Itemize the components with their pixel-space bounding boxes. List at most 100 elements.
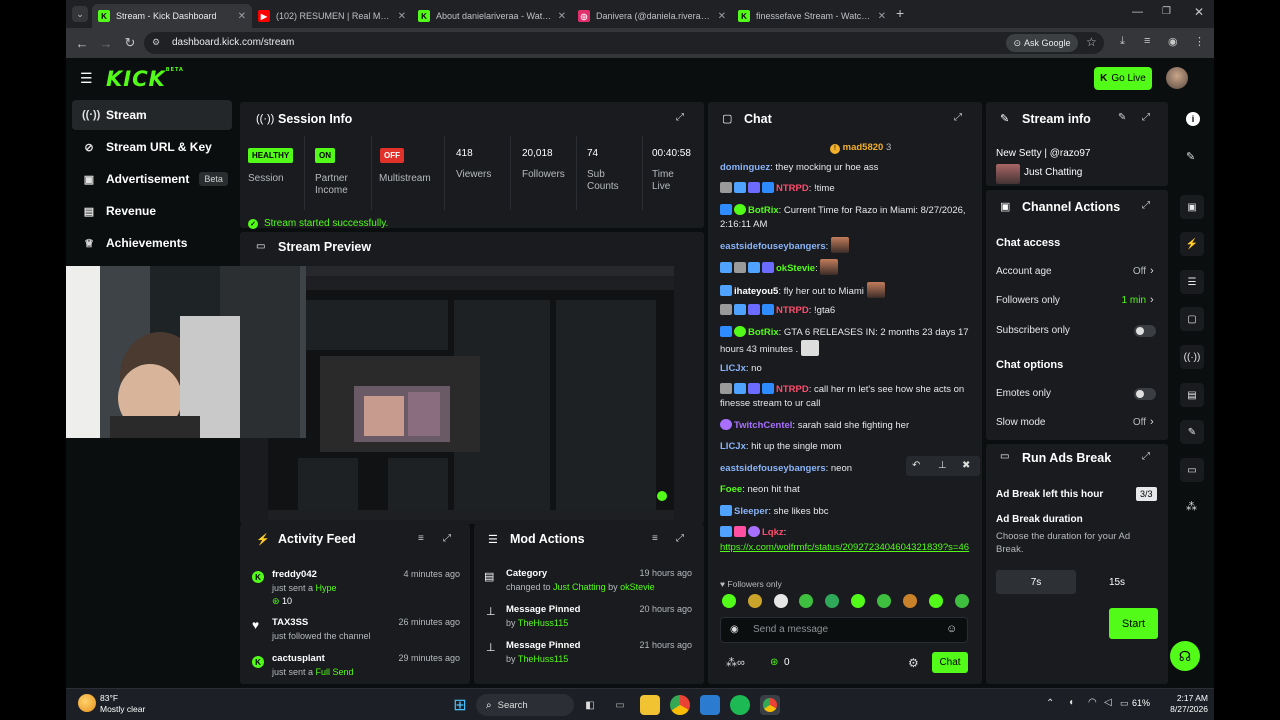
list-icon[interactable]: ☰ — [1180, 270, 1204, 294]
chat-message[interactable]: BotRix: Current Time for Razo in Miami: … — [720, 204, 972, 232]
chat-username[interactable]: eastsidefouseybangers — [720, 241, 826, 252]
close-tab-icon[interactable]: ✕ — [718, 11, 726, 22]
sidebar-item-stream-url[interactable]: ⊘ Stream URL & Key — [72, 132, 232, 162]
chat-message[interactable]: ihateyou5: fly her out to Miami — [720, 282, 972, 299]
expand-icon[interactable]: ⤢ — [1142, 451, 1150, 462]
chat-message[interactable]: LICJx: no — [720, 362, 972, 376]
pencil-icon[interactable]: ✎ — [1186, 150, 1195, 163]
emote-icon[interactable] — [851, 594, 865, 608]
mod-desc-highlight[interactable]: TheHuss115 — [518, 618, 568, 628]
download-icon[interactable]: ⤓ — [1120, 35, 1125, 48]
chat-username[interactable]: LICJx — [720, 441, 746, 452]
chat-link[interactable]: https://x.com/wolfrmfc/status/2092723404… — [720, 541, 970, 554]
emote-icon[interactable] — [929, 594, 943, 608]
chat-message[interactable]: NTRPD: !time — [720, 182, 972, 196]
chat-message[interactable]: Lqkz: — [720, 526, 972, 540]
mod-desc-highlight[interactable]: Just Chatting — [553, 582, 606, 592]
chat-username[interactable]: BotRix — [748, 327, 779, 338]
tab-youtube[interactable]: ▶ (102) RESUMEN | Real Madrid 4 ✕ — [252, 4, 412, 28]
chat-message[interactable]: BotRix: GTA 6 RELEASES IN: 2 months 23 d… — [720, 326, 972, 357]
expand-icon[interactable]: ⤢ — [1142, 200, 1150, 211]
volume-icon[interactable]: ◁ — [1104, 697, 1112, 708]
chat-username[interactable]: dominguez — [720, 162, 770, 173]
emoji-icon[interactable]: ☺ — [946, 623, 957, 635]
pinned-user[interactable]: ! mad5820 3 — [830, 142, 891, 154]
battery-icon[interactable]: ▭ — [1120, 698, 1129, 709]
delete-icon[interactable]: ✖ — [962, 460, 970, 471]
chat-username[interactable]: Sleeper — [734, 506, 768, 517]
file-explorer-icon[interactable] — [640, 695, 660, 715]
mod-desc-highlight[interactable]: TheHuss115 — [518, 654, 568, 664]
chat-message[interactable]: Foee: neon hit that — [720, 483, 972, 497]
maximize-icon[interactable]: ❐ — [1162, 6, 1171, 17]
clock-date[interactable]: 8/27/2026 — [1160, 704, 1208, 714]
chrome-profile-icon[interactable] — [760, 695, 780, 715]
account-age-value[interactable]: Off — [1106, 266, 1146, 277]
reload-icon[interactable]: ↻ — [118, 31, 142, 55]
spotify-icon[interactable] — [730, 695, 750, 715]
slow-mode-value[interactable]: Off — [1106, 417, 1146, 428]
broadcast-icon[interactable]: ((·)) — [1180, 345, 1204, 369]
forward-icon[interactable]: → — [94, 31, 118, 55]
ask-google-button[interactable]: ⊙ Ask Google — [1006, 34, 1078, 52]
chat-message[interactable]: okStevie: — [720, 259, 972, 276]
expand-icon[interactable]: ⤢ — [954, 112, 962, 123]
filter-icon[interactable]: ≡ — [652, 533, 658, 544]
user-avatar[interactable] — [1166, 67, 1188, 89]
chat-message[interactable]: dominguez: they mocking ur hoe ass — [720, 161, 972, 175]
chat-username[interactable]: TwitchCentel — [734, 420, 792, 431]
chat-message[interactable]: NTRPD: !gta6 — [720, 304, 972, 318]
ad-duration-7s[interactable]: 7s — [996, 570, 1076, 594]
chrome-icon[interactable] — [670, 695, 690, 715]
hamburger-menu-icon[interactable]: ☰ — [80, 70, 93, 87]
chat-settings-icon[interactable]: ⚙ — [908, 656, 919, 670]
tray-chevron-icon[interactable]: ⌃ — [1046, 698, 1054, 709]
stream-preview-video[interactable] — [268, 266, 674, 520]
close-tab-icon[interactable]: ✕ — [398, 11, 406, 22]
minimize-icon[interactable]: — — [1132, 6, 1143, 18]
info-icon[interactable]: i — [1186, 112, 1200, 126]
mod-panel-icon[interactable]: ▤ — [1180, 383, 1204, 407]
task-view-icon[interactable]: ◧ — [580, 695, 600, 715]
sidebar-item-revenue[interactable]: ▤ Revenue — [72, 196, 232, 226]
menu-dots-icon[interactable]: ⋮ — [1194, 35, 1205, 48]
activity-user[interactable]: TAX3SS — [272, 617, 308, 628]
site-info-icon[interactable]: ⚙ — [152, 37, 160, 48]
close-tab-icon[interactable]: ✕ — [238, 11, 246, 22]
wifi-icon[interactable]: ◠ — [1088, 697, 1097, 708]
chevron-right-icon[interactable]: › — [1150, 294, 1154, 306]
close-tab-icon[interactable]: ✕ — [558, 11, 566, 22]
emote-icon[interactable] — [748, 594, 762, 608]
chat-message[interactable]: LICJx: hit up the single mom — [720, 440, 972, 454]
chat-username[interactable]: ihateyou5 — [734, 286, 778, 297]
sidebar-item-advertisement[interactable]: ▣ Advertisement Beta — [72, 164, 232, 194]
activity-user[interactable]: cactusplant — [272, 653, 325, 664]
close-window-icon[interactable]: ✕ — [1194, 5, 1204, 19]
reply-icon[interactable]: ↶ — [912, 460, 920, 471]
weather-icon[interactable] — [78, 694, 96, 712]
pin-icon[interactable]: ⊥ — [938, 460, 947, 471]
emote-icon[interactable] — [877, 594, 891, 608]
emote-icon[interactable] — [903, 594, 917, 608]
taskbar-search[interactable]: ⌕ Search — [476, 694, 574, 716]
start-ad-button[interactable]: Start — [1109, 608, 1158, 639]
close-tab-icon[interactable]: ✕ — [878, 11, 886, 22]
chat-username[interactable]: NTRPD — [776, 183, 809, 194]
tab-kick-dashboard[interactable]: K Stream - Kick Dashboard ✕ — [92, 4, 252, 28]
emote-icon[interactable] — [799, 594, 813, 608]
go-live-button[interactable]: K Go Live — [1094, 67, 1152, 90]
sidebar-item-stream[interactable]: ((·)) Stream — [72, 100, 232, 130]
activity-user[interactable]: freddy042 — [272, 569, 317, 580]
chat-send-button[interactable]: Chat — [932, 652, 968, 673]
clock-time[interactable]: 2:17 AM — [1166, 693, 1208, 703]
back-icon[interactable]: ← — [70, 31, 94, 55]
expand-icon[interactable]: ⤢ — [443, 533, 451, 544]
tab-kick-about[interactable]: K About danielariveraa - Watch L ✕ — [412, 4, 572, 28]
tab-search-button[interactable]: ⌄ — [72, 6, 88, 22]
lightning-icon[interactable]: ⚡ — [1180, 232, 1204, 256]
window-icon[interactable]: ▭ — [1180, 458, 1204, 482]
kick-logo[interactable]: KICKBETA — [106, 67, 184, 91]
chat-username[interactable]: okStevie — [776, 263, 815, 274]
chat-username[interactable]: NTRPD — [776, 384, 809, 395]
edit-icon[interactable]: ✎ — [1118, 112, 1126, 123]
